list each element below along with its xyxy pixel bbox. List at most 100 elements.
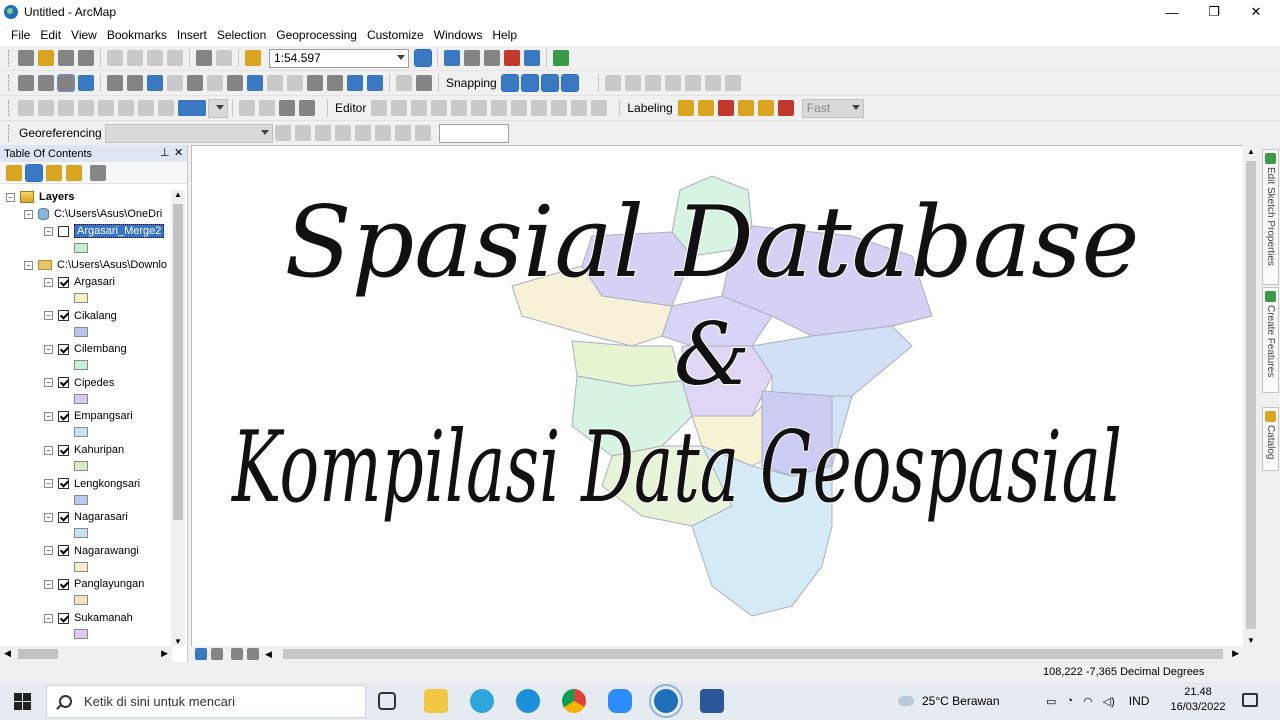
layer-name[interactable]: Cilembang bbox=[74, 343, 127, 355]
toolbar-grip[interactable] bbox=[8, 125, 12, 141]
scroll-thumb[interactable] bbox=[18, 649, 58, 659]
model-builder-icon[interactable] bbox=[553, 50, 569, 66]
refresh-icon[interactable] bbox=[231, 648, 243, 660]
collapse-icon[interactable]: − bbox=[44, 226, 53, 236]
taskbar-clock[interactable]: 21.48 16/03/2022 bbox=[1168, 685, 1228, 715]
scroll-thumb[interactable] bbox=[283, 649, 1223, 659]
georef-tool-icon[interactable] bbox=[604, 75, 621, 91]
layout-tool-icon[interactable] bbox=[58, 100, 74, 116]
layer-name[interactable]: Cikalang bbox=[74, 310, 117, 322]
collapse-icon[interactable]: − bbox=[44, 344, 53, 354]
find-binoculars-icon[interactable] bbox=[327, 75, 343, 91]
layer-visibility-checkbox[interactable] bbox=[58, 478, 69, 490]
layer-visibility-checkbox[interactable] bbox=[58, 612, 69, 624]
georef-tool-icon[interactable] bbox=[334, 125, 351, 141]
minimize-button[interactable]: — bbox=[1152, 0, 1192, 24]
label-priority-icon[interactable] bbox=[717, 100, 734, 116]
layers-root-row[interactable]: − Layers bbox=[6, 189, 74, 205]
layer-row[interactable]: − Lengkongsari bbox=[44, 476, 140, 492]
layer-row[interactable]: − Cilembang bbox=[44, 341, 127, 357]
windows-start-icon[interactable] bbox=[14, 693, 31, 710]
delete-icon[interactable] bbox=[167, 50, 183, 66]
task-view-icon[interactable] bbox=[378, 692, 396, 710]
end-snapping-icon[interactable] bbox=[520, 74, 539, 92]
lock-labels-icon[interactable] bbox=[697, 100, 714, 116]
menu-windows[interactable]: Windows bbox=[429, 28, 488, 42]
georef-input-field[interactable] bbox=[438, 123, 509, 143]
rotate-icon[interactable] bbox=[531, 100, 548, 116]
georef-tool-icon[interactable] bbox=[294, 125, 311, 141]
trace-icon[interactable] bbox=[431, 100, 448, 116]
split-icon[interactable] bbox=[511, 100, 528, 116]
edit-annotation-icon[interactable] bbox=[391, 100, 408, 116]
find-route-icon[interactable] bbox=[347, 75, 363, 91]
measure-icon[interactable] bbox=[307, 75, 323, 91]
georef-tool-icon[interactable] bbox=[724, 75, 741, 91]
select-elements-icon[interactable] bbox=[227, 75, 243, 91]
georef-layer-combo[interactable] bbox=[104, 123, 273, 143]
layout-tool-icon[interactable] bbox=[78, 100, 94, 116]
layer-row[interactable]: − Nagarasari bbox=[44, 509, 128, 525]
data-view-icon[interactable] bbox=[195, 648, 207, 660]
attributes-icon[interactable] bbox=[551, 100, 568, 116]
maximize-button[interactable]: ❐ bbox=[1194, 0, 1234, 24]
georef-tool-icon[interactable] bbox=[374, 125, 391, 141]
pause-labeling-icon[interactable] bbox=[777, 100, 794, 116]
layer-visibility-checkbox[interactable] bbox=[58, 578, 69, 590]
catalog-window-icon[interactable] bbox=[464, 50, 480, 66]
map-horizontal-scrollbar[interactable]: ◀ ▶ bbox=[191, 646, 1243, 662]
wifi-icon[interactable]: ◠ bbox=[1083, 695, 1093, 708]
layout-tool-icon[interactable] bbox=[138, 100, 154, 116]
pause-drawing-icon[interactable] bbox=[247, 648, 259, 660]
georeferencing-menu[interactable]: Georeferencing bbox=[19, 126, 102, 140]
zoom-in-icon[interactable] bbox=[18, 75, 34, 91]
layer-symbol-swatch[interactable] bbox=[74, 561, 88, 572]
point-snapping-icon[interactable] bbox=[500, 74, 519, 92]
save-icon[interactable] bbox=[58, 50, 74, 66]
create-viewer-icon[interactable] bbox=[416, 75, 432, 91]
layer-row-selected[interactable]: − Argasari_Merge2 bbox=[44, 223, 165, 239]
labeling-menu[interactable]: Labeling bbox=[627, 101, 672, 115]
toc-close-button[interactable]: ✕ bbox=[174, 146, 183, 159]
fill-color-dropdown[interactable] bbox=[208, 98, 228, 118]
toolbar-grip[interactable] bbox=[8, 100, 12, 116]
layer-symbol-swatch[interactable] bbox=[74, 461, 88, 471]
go-to-xy-icon[interactable] bbox=[367, 75, 383, 91]
layer-name[interactable]: Empangsari bbox=[74, 410, 133, 422]
georef-tool-icon[interactable] bbox=[354, 125, 371, 141]
toolbar-grip[interactable] bbox=[8, 50, 12, 66]
cut-polygon-icon[interactable] bbox=[491, 100, 508, 116]
label-weights-icon[interactable] bbox=[737, 100, 754, 116]
telegram-icon[interactable] bbox=[470, 689, 494, 713]
layer-name[interactable]: Argasari bbox=[74, 276, 115, 288]
scroll-right-icon[interactable]: ▶ bbox=[161, 648, 168, 659]
menu-file[interactable]: File bbox=[6, 28, 35, 42]
collapse-icon[interactable]: − bbox=[44, 613, 53, 623]
scroll-left-icon[interactable]: ◀ bbox=[265, 649, 272, 660]
paste-icon[interactable] bbox=[147, 50, 163, 66]
create-features-tab[interactable]: Create Features bbox=[1262, 287, 1279, 393]
georef-tool-icon[interactable] bbox=[414, 125, 431, 141]
layer-row[interactable]: − Cipedes bbox=[44, 375, 114, 391]
arcmap-taskbar-icon[interactable] bbox=[649, 684, 683, 718]
menu-view[interactable]: View bbox=[66, 28, 102, 42]
layer-name[interactable]: Nagarawangi bbox=[74, 545, 139, 557]
select-features-icon[interactable] bbox=[187, 75, 203, 91]
layer-symbol-swatch[interactable] bbox=[74, 528, 88, 539]
georef-tool-icon[interactable] bbox=[274, 125, 291, 141]
arctoolbox-icon[interactable] bbox=[504, 50, 520, 66]
graphics-tool-icon[interactable] bbox=[279, 100, 295, 116]
identify-icon[interactable] bbox=[247, 75, 263, 91]
pin-icon[interactable]: ⊥ bbox=[160, 146, 170, 159]
menu-edit[interactable]: Edit bbox=[35, 28, 66, 42]
menu-customize[interactable]: Customize bbox=[362, 28, 429, 42]
print-icon[interactable] bbox=[78, 50, 94, 66]
create-features-icon[interactable] bbox=[591, 100, 608, 116]
collapse-icon[interactable]: − bbox=[24, 260, 33, 270]
table-of-contents-icon[interactable] bbox=[444, 50, 460, 66]
vertex-snapping-icon[interactable] bbox=[540, 74, 559, 92]
map-polygon[interactable] bbox=[751, 325, 913, 397]
layout-tool-icon[interactable] bbox=[98, 100, 114, 116]
layer-name[interactable]: Argasari_Merge2 bbox=[74, 224, 165, 238]
graphics-tool-icon[interactable] bbox=[239, 100, 255, 116]
